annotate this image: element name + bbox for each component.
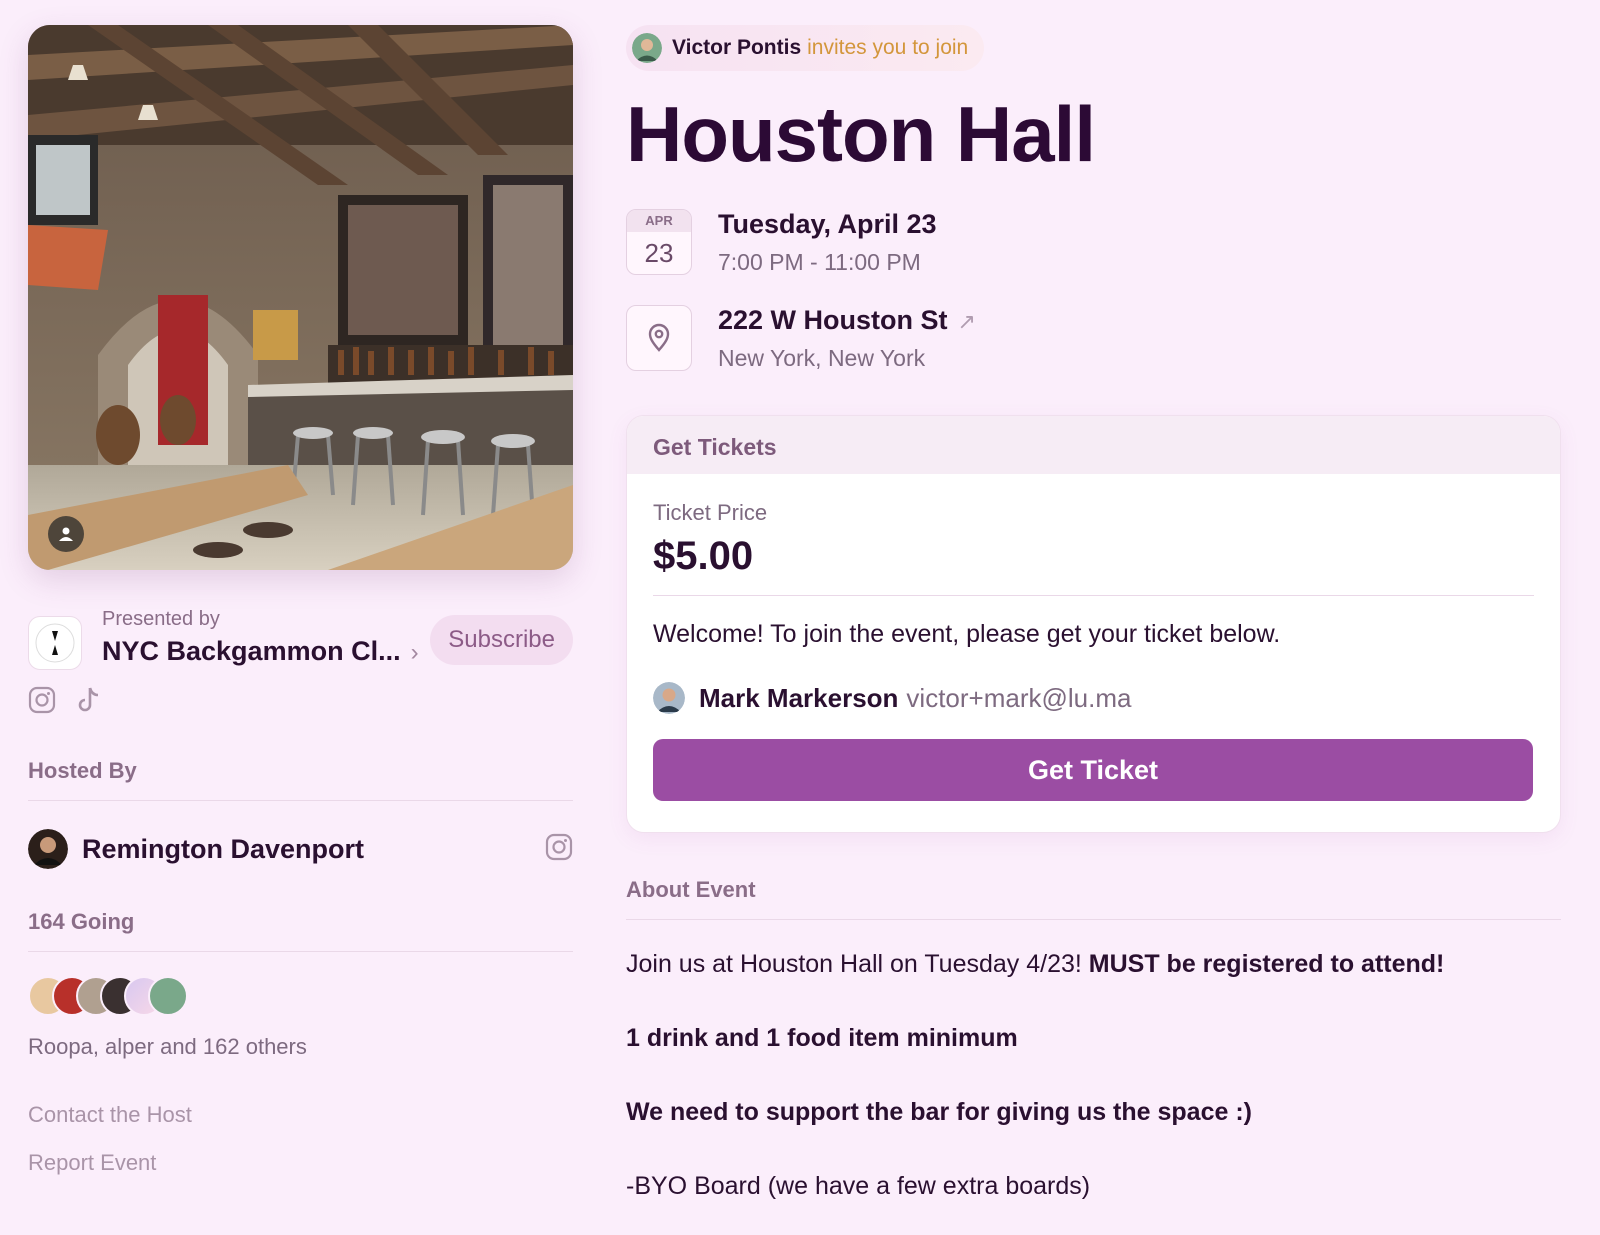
footer-links: Contact the Host Report Event <box>28 1102 573 1176</box>
about-text-bold: 1 drink and 1 food item minimum <box>626 1024 1018 1052</box>
going-names: Roopa, alper and 162 others <box>28 1034 307 1059</box>
instagram-icon[interactable] <box>545 833 573 861</box>
going-count: 164 Going <box>28 909 135 934</box>
presenter-link[interactable]: NYC Backgammon Cl... › <box>102 636 419 667</box>
going-section: 164 Going Roopa, alper and 162 others <box>28 909 573 1060</box>
event-address[interactable]: 222 W Houston St <box>718 305 948 335</box>
user-name: Mark Markerson <box>699 682 899 713</box>
event-city: New York, New York <box>718 345 926 371</box>
event-time: 7:00 PM - 11:00 PM <box>718 249 921 275</box>
get-ticket-button[interactable]: Get Ticket <box>653 739 1533 801</box>
report-event-link[interactable]: Report Event <box>28 1150 573 1176</box>
ticket-price-label: Ticket Price <box>653 500 768 525</box>
chevron-right-icon: › <box>410 639 419 666</box>
presented-by: Presented by NYC Backgammon Cl... › Subsc… <box>28 608 573 688</box>
about-paragraph: We need to support the bar for giving us… <box>626 1098 1561 1126</box>
divider <box>626 919 1561 920</box>
event-date-row: APR 23 Tuesday, April 23 7:00 PM - 11:00… <box>626 209 1561 277</box>
subscribe-button[interactable]: Subscribe <box>430 615 573 665</box>
external-link-icon: ↗ <box>957 309 976 334</box>
host-name: Remington Davenport <box>82 833 365 864</box>
inviter-avatar <box>632 33 662 63</box>
hosted-by-label: Hosted By <box>28 758 137 783</box>
host-row[interactable]: Remington Davenport <box>28 827 573 871</box>
presented-by-label: Presented by <box>102 608 220 630</box>
hosted-by-section: Hosted By Remington Davenport <box>28 758 573 871</box>
about-text-bold: We need to support the bar for giving us… <box>626 1098 1252 1126</box>
avatar <box>148 976 188 1016</box>
divider <box>28 800 573 801</box>
inviter-name: Victor Pontis <box>672 36 802 59</box>
about-text: Join us at Houston Hall on Tuesday 4/23! <box>626 950 1089 978</box>
tickets-header: Get Tickets <box>627 416 1560 474</box>
event-title: Houston Hall <box>626 90 1096 178</box>
calendar-icon: APR 23 <box>626 209 692 275</box>
ticket-welcome-text: Welcome! To join the event, please get y… <box>653 620 1281 648</box>
divider <box>653 595 1534 596</box>
event-date: Tuesday, April 23 <box>718 209 937 239</box>
about-section: About Event Join us at Houston Hall on T… <box>626 877 1561 1200</box>
left-column: Presented by NYC Backgammon Cl... › Subsc… <box>28 25 573 1198</box>
date-month: APR <box>627 210 691 232</box>
location-pin-icon <box>626 305 692 371</box>
tiktok-icon[interactable] <box>76 686 102 714</box>
about-paragraph: Join us at Houston Hall on Tuesday 4/23!… <box>626 950 1561 978</box>
about-paragraph: 1 drink and 1 food item minimum <box>626 1024 1561 1052</box>
presenter-socials <box>28 684 573 716</box>
person-icon[interactable] <box>48 516 84 552</box>
event-page: Presented by NYC Backgammon Cl... › Subsc… <box>0 0 1600 1235</box>
going-avatars[interactable] <box>28 976 573 1018</box>
user-avatar <box>653 682 685 714</box>
ticket-price: $5.00 <box>653 534 754 578</box>
contact-host-link[interactable]: Contact the Host <box>28 1102 573 1128</box>
host-avatar <box>28 829 68 869</box>
current-user-row: Mark Markerson victor+mark@lu.ma <box>653 681 1534 715</box>
user-email: victor+mark@lu.ma <box>906 682 1132 713</box>
divider <box>28 951 573 952</box>
invite-text: invites you to join <box>807 36 969 59</box>
date-day: 23 <box>644 238 674 268</box>
presenter-name: NYC Backgammon Cl... <box>102 636 401 666</box>
about-body: Join us at Houston Hall on Tuesday 4/23!… <box>626 950 1561 1200</box>
about-text-bold: MUST be registered to attend! <box>1088 950 1445 978</box>
invite-banner: Victor Pontis invites you to join <box>626 25 985 71</box>
right-column: Victor Pontis invites you to join Housto… <box>626 25 1561 1235</box>
event-cover-image <box>28 25 573 570</box>
tickets-card: Get Tickets Ticket Price $5.00 Welcome! … <box>626 415 1561 833</box>
club-logo[interactable] <box>28 616 82 670</box>
instagram-icon[interactable] <box>28 686 56 714</box>
event-location-row[interactable]: 222 W Houston St ↗ New York, New York <box>626 305 1561 373</box>
about-label: About Event <box>626 877 756 902</box>
about-paragraph: -BYO Board (we have a few extra boards) <box>626 1172 1091 1200</box>
